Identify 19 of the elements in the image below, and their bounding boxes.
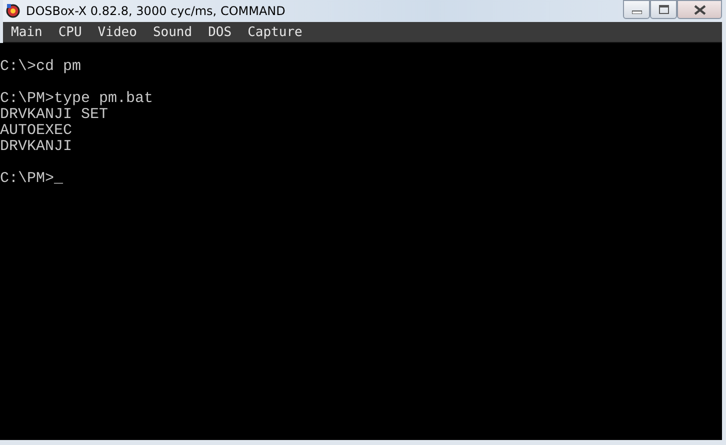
menu-item[interactable]: Video (98, 24, 137, 40)
close-button[interactable] (677, 0, 722, 19)
window-title: DOSBox-X 0.82.8, 3000 cyc/ms, COMMAND (26, 4, 286, 18)
console-line: DRVKANJI SET (0, 107, 108, 123)
console-line: DRVKANJI (0, 139, 72, 155)
maximize-icon (658, 5, 668, 14)
menu-item[interactable]: DOS (208, 24, 232, 40)
maximize-button[interactable] (650, 0, 677, 19)
menu-item[interactable]: CPU (58, 24, 82, 40)
minimize-button[interactable] (623, 0, 650, 19)
menu-item[interactable]: Main (11, 24, 42, 40)
menu-item[interactable]: Capture (248, 24, 302, 40)
app-logo-icon (5, 3, 21, 19)
menu-item[interactable]: Sound (152, 24, 192, 40)
console-line: C:\PM>type pm.bat (0, 91, 154, 107)
console-line: C:\>cd pm (0, 59, 82, 75)
console-line: AUTOEXEC (0, 123, 72, 139)
console-line: C:\PM>_ (0, 171, 64, 187)
close-icon (694, 4, 706, 14)
